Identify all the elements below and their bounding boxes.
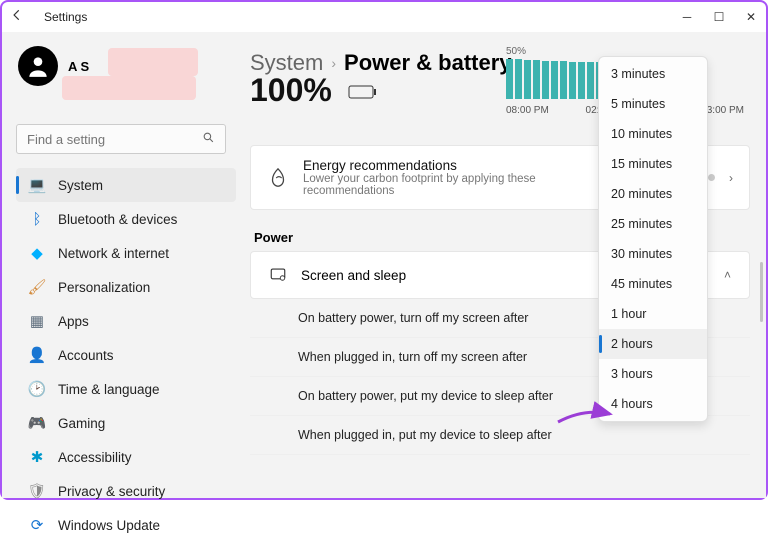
card-subtitle: Lower your carbon footprint by applying … xyxy=(303,173,543,197)
scrollbar[interactable] xyxy=(760,262,763,322)
nav-icon: ⟳ xyxy=(28,516,46,534)
dropdown-option[interactable]: 3 hours xyxy=(599,359,707,389)
nav-icon: 🕑 xyxy=(28,380,46,398)
search-field[interactable] xyxy=(27,132,202,147)
page-title: Power & battery xyxy=(344,50,512,76)
sidebar-item-apps[interactable]: ▦Apps xyxy=(16,304,236,338)
screen-icon xyxy=(269,266,287,284)
chart-bar xyxy=(515,59,522,99)
search-input[interactable] xyxy=(16,124,226,154)
dropdown-option[interactable]: 15 minutes xyxy=(599,149,707,179)
sidebar-item-gaming[interactable]: 🎮Gaming xyxy=(16,406,236,440)
minimize-button[interactable]: ─ xyxy=(680,10,694,24)
dropdown-option[interactable]: 4 hours xyxy=(599,389,707,419)
nav-icon: 🛡 xyxy=(28,482,46,500)
dropdown-option[interactable]: 25 minutes xyxy=(599,209,707,239)
close-button[interactable]: ✕ xyxy=(744,10,758,24)
nav-icon: ▦ xyxy=(28,312,46,330)
chart-bar xyxy=(506,59,513,99)
search-icon xyxy=(202,131,215,147)
dropdown-option[interactable]: 10 minutes xyxy=(599,119,707,149)
nav-icon: 🖌 xyxy=(28,278,46,296)
back-button[interactable] xyxy=(10,8,30,27)
chart-bar xyxy=(587,62,594,99)
chevron-right-icon: › xyxy=(729,171,733,185)
chevron-right-icon: › xyxy=(331,55,336,71)
profile-name: A S xyxy=(68,59,89,74)
sidebar-item-time-language[interactable]: 🕑Time & language xyxy=(16,372,236,406)
nav-icon: 💻 xyxy=(28,176,46,194)
chart-bar xyxy=(524,60,531,99)
chart-bar xyxy=(560,61,567,99)
battery-icon xyxy=(348,84,378,100)
dropdown-option[interactable]: 1 hour xyxy=(599,299,707,329)
battery-percent: 100% xyxy=(250,72,332,109)
sidebar-item-network-internet[interactable]: ◆Network & internet xyxy=(16,236,236,270)
dropdown-option[interactable]: 45 minutes xyxy=(599,269,707,299)
dropdown-option[interactable]: 2 hours xyxy=(599,329,707,359)
x-tick: 3:00 PM xyxy=(707,105,744,116)
leaf-icon xyxy=(267,167,289,189)
chart-bar xyxy=(551,61,558,100)
dropdown-option[interactable]: 30 minutes xyxy=(599,239,707,269)
x-tick: 08:00 PM xyxy=(506,105,549,116)
sidebar-item-accounts[interactable]: 👤Accounts xyxy=(16,338,236,372)
dropdown-option[interactable]: 20 minutes xyxy=(599,179,707,209)
card-title: Energy recommendations xyxy=(303,158,543,173)
chart-bar xyxy=(542,61,549,100)
sidebar-item-bluetooth-devices[interactable]: ᛒBluetooth & devices xyxy=(16,202,236,236)
duration-dropdown[interactable]: 3 minutes5 minutes10 minutes15 minutes20… xyxy=(598,56,708,422)
chevron-up-icon: ˄ xyxy=(724,268,731,282)
window-title: Settings xyxy=(44,10,87,24)
chart-bar xyxy=(569,62,576,100)
chart-bar xyxy=(578,62,585,100)
sidebar-item-personalization[interactable]: 🖌Personalization xyxy=(16,270,236,304)
sidebar-item-system[interactable]: 💻System xyxy=(16,168,236,202)
maximize-button[interactable]: ☐ xyxy=(712,10,726,24)
nav-icon: ᛒ xyxy=(28,210,46,228)
nav-icon: ◆ xyxy=(28,244,46,262)
sidebar-item-accessibility[interactable]: ✱Accessibility xyxy=(16,440,236,474)
nav-icon: 👤 xyxy=(28,346,46,364)
sidebar-item-privacy-security[interactable]: 🛡Privacy & security xyxy=(16,474,236,508)
sidebar-item-windows-update[interactable]: ⟳Windows Update xyxy=(16,508,236,542)
nav-icon: ✱ xyxy=(28,448,46,466)
dropdown-option[interactable]: 5 minutes xyxy=(599,89,707,119)
avatar[interactable] xyxy=(18,46,58,86)
dropdown-option[interactable]: 3 minutes xyxy=(599,59,707,89)
chart-bar xyxy=(533,60,540,99)
nav-icon: 🎮 xyxy=(28,414,46,432)
